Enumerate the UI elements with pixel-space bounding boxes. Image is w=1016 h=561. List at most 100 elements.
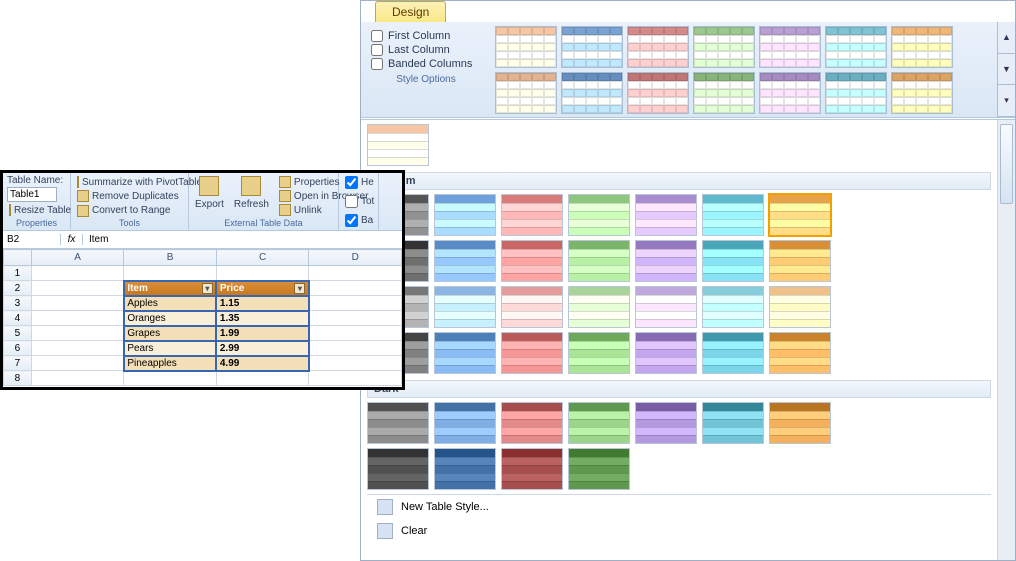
table-style-swatch[interactable] (367, 124, 429, 166)
gallery-scroll-area[interactable]: Medium Dark New Table Style... Clear (361, 120, 997, 560)
row-header[interactable]: 8 (4, 371, 32, 386)
table-style-swatch[interactable] (501, 194, 563, 236)
cell[interactable] (216, 371, 309, 386)
table-style-swatch[interactable] (568, 402, 630, 444)
remove-duplicates-button[interactable]: Remove Duplicates (75, 189, 184, 203)
cell[interactable]: Pineapples (124, 356, 217, 371)
refresh-button[interactable]: Refresh (232, 175, 271, 217)
cell[interactable]: 1.15 (216, 296, 309, 311)
table-style-swatch[interactable] (759, 26, 821, 68)
table-style-swatch[interactable] (501, 448, 563, 490)
cell[interactable] (124, 266, 217, 281)
table-style-swatch[interactable] (434, 194, 496, 236)
table-style-swatch[interactable] (561, 26, 623, 68)
table-style-swatch[interactable] (693, 26, 755, 68)
row-header[interactable]: 7 (4, 356, 32, 371)
cell[interactable]: 4.99 (216, 356, 309, 371)
table-style-swatch[interactable] (568, 448, 630, 490)
table-style-swatch[interactable] (769, 332, 831, 374)
table-style-swatch[interactable] (434, 286, 496, 328)
cell[interactable] (309, 281, 402, 296)
cell[interactable] (31, 266, 124, 281)
table-style-swatch[interactable] (367, 448, 429, 490)
table-name-input[interactable] (7, 187, 57, 202)
export-button[interactable]: Export (193, 175, 226, 217)
table-style-swatch[interactable] (825, 72, 887, 114)
table-style-swatch[interactable] (561, 72, 623, 114)
name-box[interactable]: B2 (3, 234, 61, 245)
table-style-swatch[interactable] (495, 72, 557, 114)
cell[interactable] (31, 281, 124, 296)
cell[interactable]: Grapes (124, 326, 217, 341)
cell[interactable]: 1.35 (216, 311, 309, 326)
cell[interactable] (31, 371, 124, 386)
row-header[interactable]: 6 (4, 341, 32, 356)
table-style-swatch[interactable] (627, 26, 689, 68)
table-style-swatch[interactable] (568, 332, 630, 374)
table-style-swatch[interactable] (769, 286, 831, 328)
table-style-swatch[interactable] (635, 194, 697, 236)
resize-table-button[interactable]: Resize Table (7, 203, 66, 217)
cell[interactable] (309, 266, 402, 281)
row-header[interactable]: 3 (4, 296, 32, 311)
table-style-swatch[interactable] (693, 72, 755, 114)
table-style-swatch[interactable] (501, 240, 563, 282)
cell[interactable] (124, 371, 217, 386)
row-header[interactable]: 2 (4, 281, 32, 296)
table-style-swatch[interactable] (568, 286, 630, 328)
table-style-swatch[interactable] (501, 402, 563, 444)
last-column-checkbox[interactable]: Last Column (371, 44, 481, 56)
convert-range-button[interactable]: Convert to Range (75, 204, 184, 218)
table-style-swatch[interactable] (891, 26, 953, 68)
header-row-checkbox[interactable]: He (343, 175, 374, 190)
cell[interactable]: 2.99 (216, 341, 309, 356)
banded-columns-checkbox[interactable]: Banded Columns (371, 58, 481, 70)
table-style-swatch[interactable] (702, 332, 764, 374)
scrollbar-thumb[interactable] (1000, 124, 1013, 204)
table-style-swatch[interactable] (769, 240, 831, 282)
cell[interactable] (309, 296, 402, 311)
gallery-scroll-down[interactable]: ▼ (998, 54, 1015, 86)
table-style-swatch[interactable] (759, 72, 821, 114)
cell[interactable] (31, 311, 124, 326)
table-style-swatch[interactable] (635, 332, 697, 374)
cell[interactable]: 1.99 (216, 326, 309, 341)
table-style-swatch[interactable] (769, 194, 831, 236)
mini-worksheet[interactable]: ABCD12Item▾Price▾3Apples1.154Oranges1.35… (3, 249, 402, 386)
cell[interactable]: Price▾ (216, 281, 309, 296)
cell[interactable] (31, 296, 124, 311)
table-style-swatch[interactable] (501, 332, 563, 374)
cell[interactable] (309, 371, 402, 386)
table-style-swatch[interactable] (769, 402, 831, 444)
filter-dropdown-icon[interactable]: ▾ (294, 283, 305, 294)
cell[interactable] (309, 326, 402, 341)
cell[interactable] (309, 341, 402, 356)
table-style-swatch[interactable] (635, 402, 697, 444)
table-style-swatch[interactable] (702, 194, 764, 236)
table-style-swatch[interactable] (825, 26, 887, 68)
first-column-checkbox[interactable]: First Column (371, 30, 481, 42)
banded-rows-checkbox[interactable]: Ba (343, 213, 374, 228)
new-table-style-button[interactable]: New Table Style... (367, 495, 991, 519)
row-header[interactable]: 4 (4, 311, 32, 326)
cell[interactable]: Item▾ (124, 281, 217, 296)
gallery-expand[interactable]: ▾ (998, 85, 1015, 117)
col-header[interactable]: A (31, 250, 124, 266)
col-header[interactable]: B (124, 250, 217, 266)
cell[interactable] (31, 341, 124, 356)
cell[interactable] (31, 356, 124, 371)
formula-value[interactable]: Item (83, 234, 114, 245)
table-style-swatch[interactable] (635, 240, 697, 282)
table-style-swatch[interactable] (434, 240, 496, 282)
table-style-swatch[interactable] (702, 402, 764, 444)
gallery-scroll-up[interactable]: ▲ (998, 22, 1015, 54)
cell[interactable] (31, 326, 124, 341)
cell[interactable]: Oranges (124, 311, 217, 326)
table-style-swatch[interactable] (627, 72, 689, 114)
gallery-vscrollbar[interactable] (997, 120, 1015, 560)
tab-design[interactable]: Design (375, 1, 446, 22)
table-style-swatch[interactable] (434, 332, 496, 374)
cell[interactable]: Pears (124, 341, 217, 356)
summarize-pivot-button[interactable]: Summarize with PivotTable (75, 175, 184, 189)
table-style-swatch[interactable] (434, 448, 496, 490)
